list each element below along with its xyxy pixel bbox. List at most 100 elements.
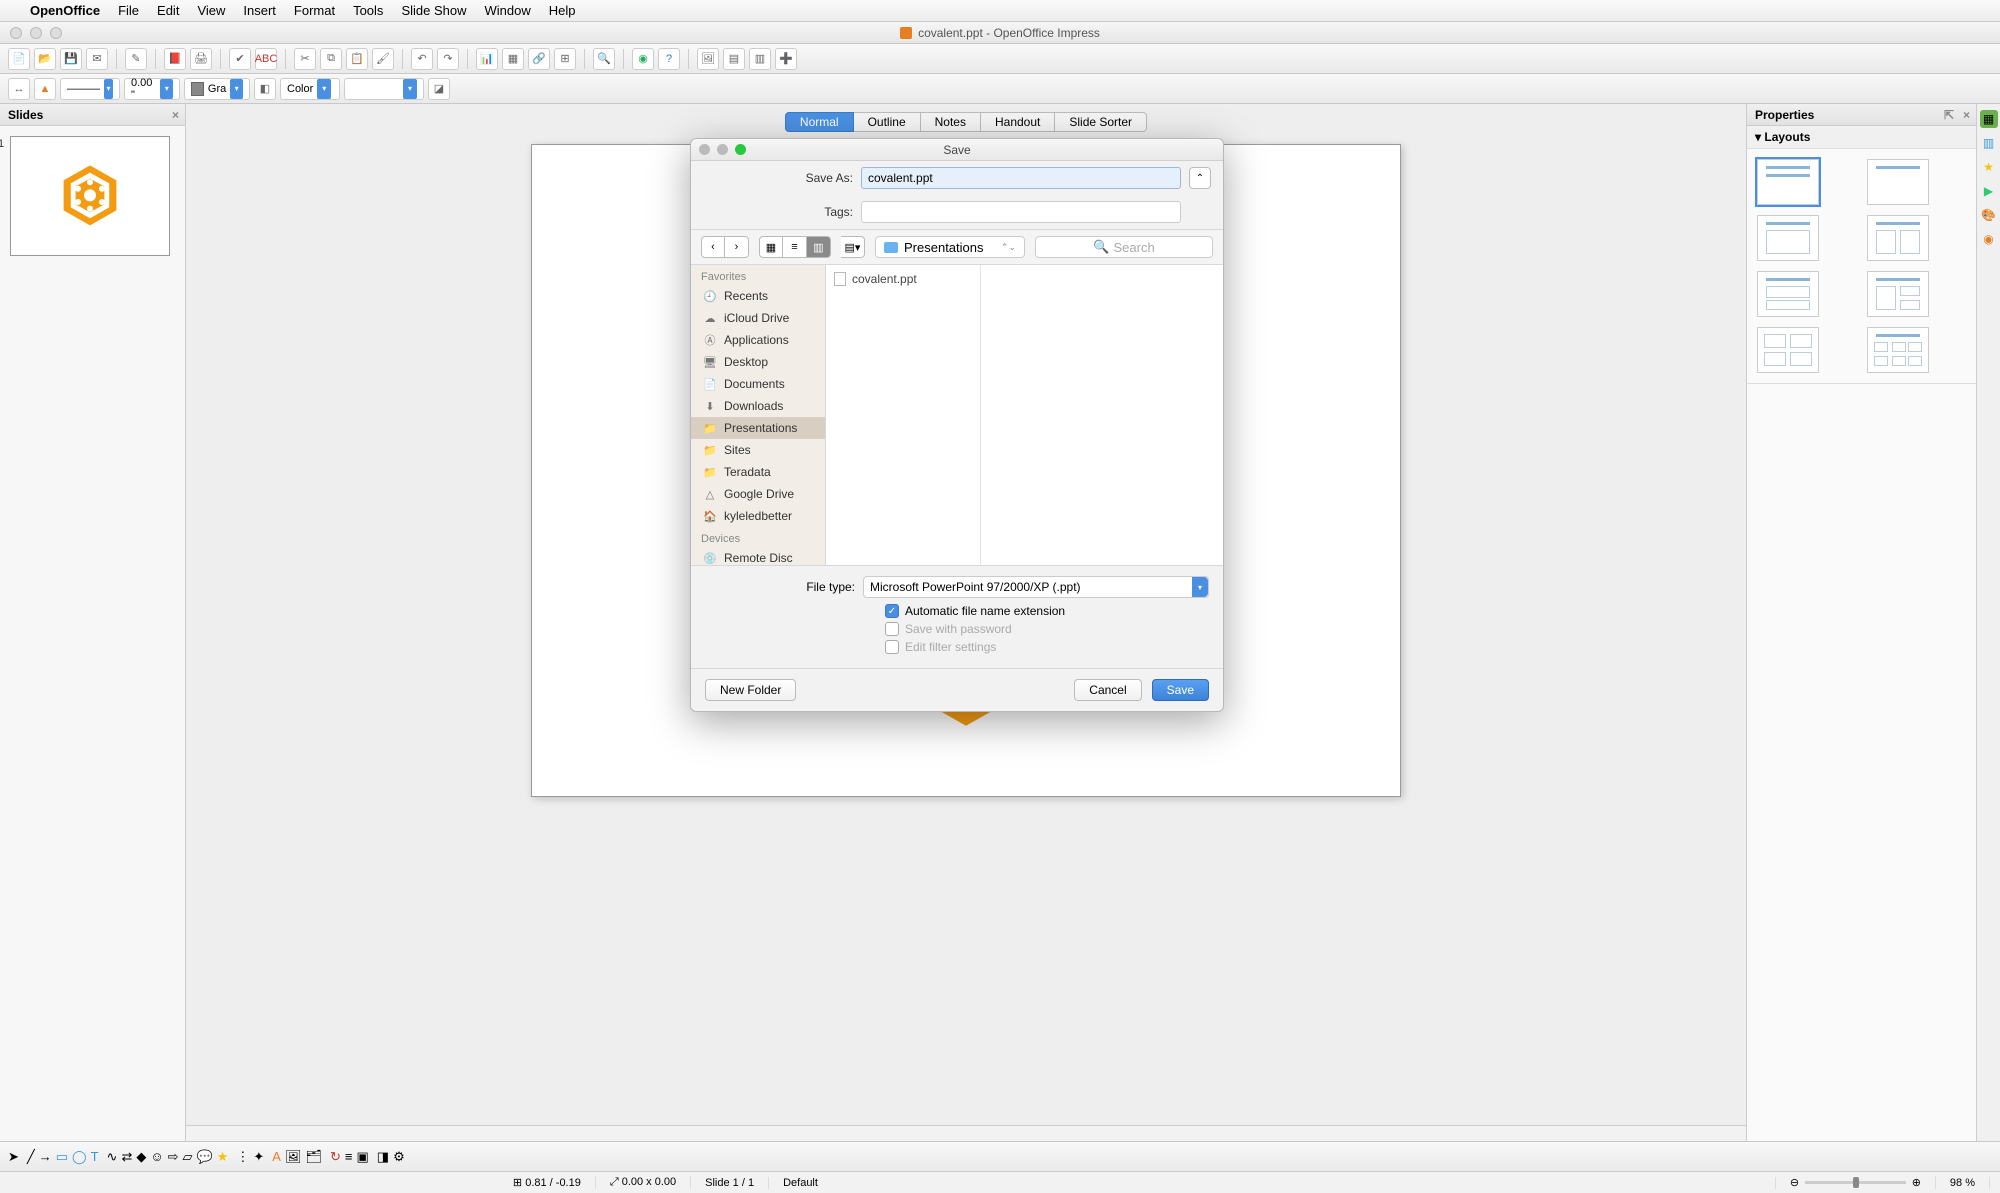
checkbox-checked-icon[interactable]: ✓ [885,604,899,618]
layout-item[interactable] [1867,159,1929,205]
menu-tools[interactable]: Tools [353,3,383,18]
callouts-tool[interactable]: 💬 [197,1149,213,1165]
paste-button[interactable]: 📋 [346,48,368,70]
extrusion-tool[interactable]: ◨ [377,1149,389,1165]
sidebar-item-home[interactable]: 🏠kyleledbetter [691,505,825,527]
flowcharts-tool[interactable]: ▱ [183,1149,193,1165]
location-combo[interactable]: Presentations ⌃⌄ [875,236,1025,258]
alignment-tool[interactable]: ≡ [345,1149,353,1164]
format-paintbrush-button[interactable]: 🖌 [372,48,394,70]
auto-extension-checkbox-row[interactable]: ✓ Automatic file name extension [705,604,1209,618]
hyperlink-button[interactable]: 🔗 [528,48,550,70]
insert-slide-button[interactable]: ➕ [775,48,797,70]
line-tool[interactable]: ╱ [27,1149,35,1165]
undock-icon[interactable]: ⇱ [1944,108,1954,122]
save-as-input[interactable] [861,167,1181,189]
export-pdf-button[interactable]: 📕 [164,48,186,70]
collapse-button[interactable]: ⌃ [1189,167,1211,189]
cut-button[interactable]: ✂ [294,48,316,70]
line-color-combo[interactable]: Gra▾ [184,78,250,100]
block-arrows-tool[interactable]: ⇨ [168,1149,179,1165]
arrow-style-button[interactable]: ↔ [8,78,30,100]
sidebar-item-icloud[interactable]: ☁iCloud Drive [691,307,825,329]
menu-edit[interactable]: Edit [157,3,179,18]
tab-slide-sorter[interactable]: Slide Sorter [1055,112,1147,132]
slide-layout-button[interactable]: ▥ [749,48,771,70]
navigator-button[interactable]: ⊞ [554,48,576,70]
line-style-button[interactable]: ▲ [34,78,56,100]
layout-item[interactable] [1757,215,1819,261]
new-folder-button[interactable]: New Folder [705,679,796,701]
dialog-minimize-icon[interactable] [717,144,728,155]
tab-normal[interactable]: Normal [785,112,854,132]
select-tool[interactable]: ➤ [8,1149,19,1165]
new-doc-button[interactable]: 📄 [8,48,30,70]
search-field[interactable]: 🔍 Search [1035,236,1213,258]
gallery-button[interactable]: 🖼 [697,48,719,70]
sidebar-item-applications[interactable]: ⒶApplications [691,329,825,351]
arrow-tool[interactable]: → [39,1149,52,1164]
sidebar-item-sites[interactable]: 📁Sites [691,439,825,461]
layout-item[interactable] [1757,327,1819,373]
menu-insert[interactable]: Insert [243,3,276,18]
autospell-button[interactable]: ABC [255,48,277,70]
dialog-close-icon[interactable] [699,144,710,155]
interaction-tool[interactable]: ⚙ [393,1149,405,1165]
sidebar-item-documents[interactable]: 📄Documents [691,373,825,395]
master-pages-icon[interactable]: ▥ [1980,134,1998,152]
gallery-icon[interactable]: ◉ [1980,230,1998,248]
icon-view-button[interactable]: ▦ [759,236,783,258]
fill-type-combo[interactable]: Color▾ [280,78,340,100]
close-window-icon[interactable] [10,27,22,39]
file-column[interactable]: covalent.ppt [826,265,981,565]
connector-tool[interactable]: ⇄ [121,1149,132,1165]
from-file-tool[interactable]: 🖼 [285,1149,302,1165]
horizontal-scrollbar[interactable] [186,1125,1746,1141]
layouts-header[interactable]: ▾ Layouts [1747,126,1976,149]
glue-points-tool[interactable]: ✦ [253,1149,264,1165]
styles-icon[interactable]: 🎨 [1980,206,1998,224]
presentation-button[interactable]: ◉ [632,48,654,70]
window-controls[interactable] [10,27,62,39]
sidebar-item-teradata[interactable]: 📁Teradata [691,461,825,483]
area-style-button[interactable]: ◧ [254,78,276,100]
file-item[interactable]: covalent.ppt [826,269,980,289]
sidebar-item-recents[interactable]: 🕘Recents [691,285,825,307]
spellcheck-button[interactable]: ✔ [229,48,251,70]
rotate-tool[interactable]: ↻ [330,1149,341,1165]
edit-button[interactable]: ✎ [125,48,147,70]
tags-input[interactable] [861,201,1181,223]
sidebar-item-remote-disc[interactable]: 💿Remote Disc [691,547,825,565]
layout-item[interactable] [1867,215,1929,261]
save-button[interactable]: 💾 [60,48,82,70]
list-view-button[interactable]: ≡ [783,236,807,258]
layout-item[interactable] [1757,271,1819,317]
stars-tool[interactable]: ★ [217,1149,229,1165]
forward-button[interactable]: › [725,236,749,258]
email-button[interactable]: ✉ [86,48,108,70]
table-button[interactable]: ▦ [502,48,524,70]
tab-handout[interactable]: Handout [981,112,1055,132]
file-column-empty[interactable] [981,265,1223,565]
sidebar-item-googledrive[interactable]: △Google Drive [691,483,825,505]
gallery-tool[interactable]: 🗂 [305,1149,322,1165]
shadow-button[interactable]: ◪ [428,78,450,100]
sidebar-item-downloads[interactable]: ⬇Downloads [691,395,825,417]
line-width-spinner[interactable]: 0.00 "▾ [124,78,180,100]
dialog-zoom-icon[interactable] [735,144,746,155]
layout-item[interactable] [1867,327,1929,373]
menu-view[interactable]: View [197,3,225,18]
zoom-button[interactable]: 🔍 [593,48,615,70]
tab-outline[interactable]: Outline [854,112,921,132]
group-by-button[interactable]: ▤▾ [841,236,865,258]
file-type-select[interactable]: Microsoft PowerPoint 97/2000/XP (.ppt) ▾ [863,576,1209,598]
tab-notes[interactable]: Notes [921,112,981,132]
open-button[interactable]: 📂 [34,48,56,70]
ellipse-tool[interactable]: ◯ [72,1149,87,1165]
close-icon[interactable]: × [1963,108,1970,122]
fontwork-tool[interactable]: A [272,1149,281,1164]
sidebar-item-presentations[interactable]: 📁Presentations [691,417,825,439]
minimize-window-icon[interactable] [30,27,42,39]
status-zoom[interactable]: 98 % [1936,1177,1990,1189]
points-tool[interactable]: ⋮ [236,1149,249,1165]
